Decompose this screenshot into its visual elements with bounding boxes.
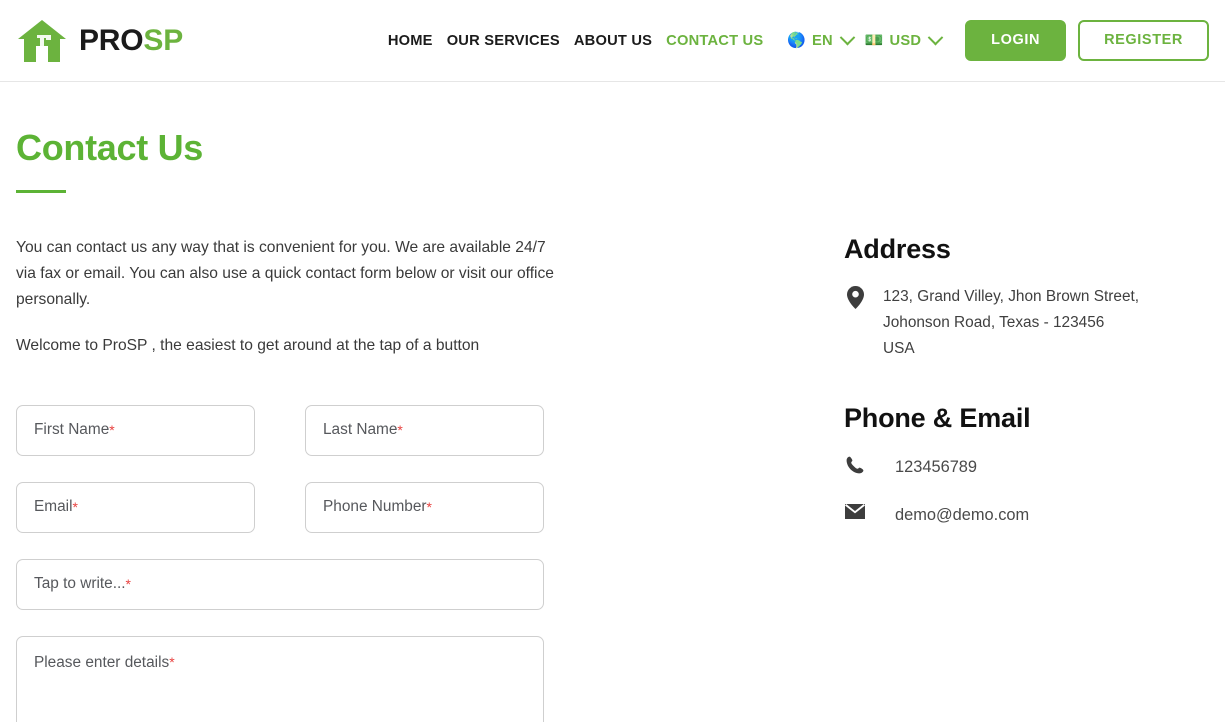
envelope-icon — [844, 502, 866, 519]
auth-buttons: LOGIN REGISTER — [965, 20, 1209, 61]
form-row-contact: Email * Phone Number * — [16, 481, 576, 533]
first-name-input[interactable]: First Name * — [16, 404, 255, 456]
email-input[interactable]: Email * — [16, 481, 255, 533]
address-row: 123, Grand Villey, Jhon Brown Street, Jo… — [844, 284, 1204, 362]
nav-item-about-us[interactable]: ABOUT US — [574, 29, 652, 53]
login-button[interactable]: LOGIN — [965, 20, 1067, 61]
email-address-text: demo@demo.com — [895, 505, 1030, 524]
required-asterisk: * — [109, 422, 115, 439]
nav-item-home[interactable]: HOME — [388, 29, 433, 53]
required-asterisk: * — [426, 499, 432, 516]
form-row-subject: Tap to write... * — [16, 558, 576, 610]
contact-info-panel: Address 123, Grand Villey, Jhon Brown St… — [844, 233, 1204, 722]
required-asterisk: * — [169, 653, 175, 670]
main-navigation: HOME OUR SERVICES ABOUT US CONTACT US — [388, 29, 764, 53]
header-right: HOME OUR SERVICES ABOUT US CONTACT US 🌎 … — [388, 20, 1209, 61]
subject-placeholder: Tap to write... — [34, 575, 126, 593]
phone-number-field: Phone Number * — [305, 481, 544, 533]
title-underline-accent — [16, 189, 66, 193]
email-field: Email * — [16, 481, 255, 533]
phone-number-placeholder: Phone Number — [323, 498, 427, 516]
phone-email-heading: Phone & Email — [844, 403, 1031, 434]
page-content: Contact Us You can contact us any way th… — [0, 128, 1225, 722]
page-title: Contact Us — [16, 127, 204, 168]
form-row-name: First Name * Last Name * — [16, 404, 576, 456]
globe-icon: 🌎 — [787, 32, 807, 49]
address-line-1: 123, Grand Villey, Jhon Brown Street, — [883, 288, 1140, 306]
form-row-details: Please enter details* — [16, 635, 576, 722]
first-name-placeholder: First Name — [34, 421, 110, 439]
nav-item-contact-us[interactable]: CONTACT US — [666, 29, 763, 53]
phone-icon — [844, 454, 866, 474]
last-name-field: Last Name * — [305, 404, 544, 456]
phone-number-input[interactable]: Phone Number * — [305, 481, 544, 533]
address-text: 123, Grand Villey, Jhon Brown Street, Jo… — [883, 284, 1139, 362]
register-button[interactable]: REGISTER — [1078, 20, 1209, 61]
language-selector-label: EN — [812, 32, 833, 49]
brand-logo[interactable]: PROSP — [16, 18, 183, 64]
address-line-3: USA — [883, 340, 915, 358]
currency-selector[interactable]: 💵 USD — [863, 29, 944, 53]
brand-text-sp: SP — [143, 23, 184, 57]
last-name-placeholder: Last Name — [323, 421, 398, 439]
nav-item-our-services[interactable]: OUR SERVICES — [447, 29, 560, 53]
brand-text: PROSP — [79, 23, 184, 57]
last-name-input[interactable]: Last Name * — [305, 404, 544, 456]
chevron-down-icon — [839, 29, 856, 46]
content-columns: You can contact us any way that is conve… — [16, 233, 1209, 722]
subject-input[interactable]: Tap to write... * — [16, 558, 544, 610]
map-pin-icon — [844, 284, 866, 310]
banknote-icon: 💵 — [864, 32, 884, 49]
currency-selector-label: USD — [889, 32, 922, 49]
required-asterisk: * — [397, 422, 403, 439]
details-placeholder: Please enter details — [34, 653, 170, 671]
email-placeholder: Email — [34, 498, 73, 516]
left-column: You can contact us any way that is conve… — [16, 235, 576, 722]
email-row[interactable]: demo@demo.com — [844, 502, 1204, 528]
language-selector[interactable]: 🌎 EN — [785, 29, 856, 53]
intro-paragraph-2: Welcome to ProSP , the easiest to get ar… — [16, 336, 480, 354]
details-textarea[interactable]: Please enter details* — [16, 635, 544, 722]
site-header: PROSP HOME OUR SERVICES ABOUT US CONTACT… — [0, 0, 1225, 82]
phone-row[interactable]: 123456789 — [844, 454, 1204, 480]
required-asterisk: * — [125, 576, 131, 593]
phone-number-text: 123456789 — [895, 457, 978, 476]
brand-text-pro: PRO — [79, 23, 144, 57]
address-line-2: Johonson Road, Texas - 123456 — [883, 314, 1105, 332]
chevron-down-icon — [927, 29, 944, 46]
contact-form: First Name * Last Name * Email * Phone N… — [16, 404, 576, 722]
address-heading: Address — [844, 233, 951, 264]
intro-paragraph-1: You can contact us any way that is conve… — [16, 238, 554, 308]
subject-field: Tap to write... * — [16, 558, 544, 610]
first-name-field: First Name * — [16, 404, 255, 456]
house-logo-icon — [18, 19, 66, 62]
required-asterisk: * — [72, 499, 78, 516]
